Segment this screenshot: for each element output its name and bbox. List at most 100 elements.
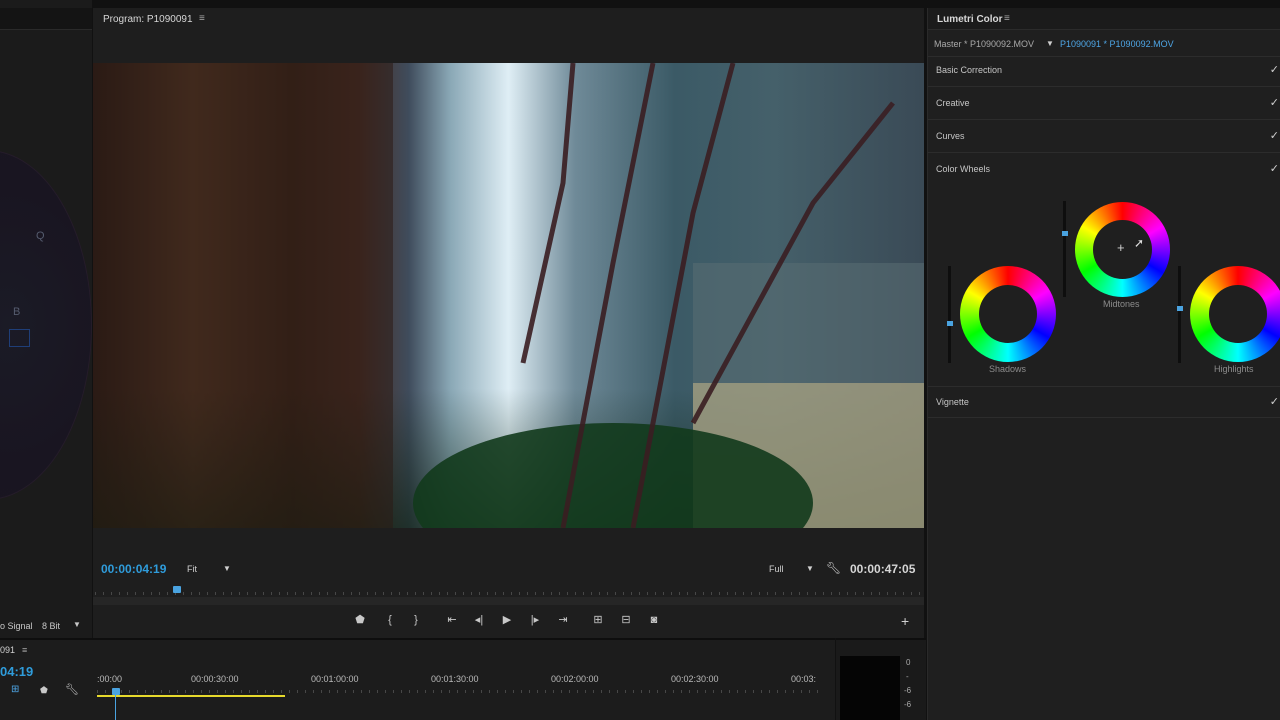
slider-knob[interactable] xyxy=(1062,231,1068,236)
program-monitor-title[interactable]: Program: P1090091 xyxy=(103,14,193,25)
section-label: Basic Correction xyxy=(936,65,1003,75)
go-to-in-icon[interactable]: ⇤ xyxy=(443,613,461,627)
zoom-level-select[interactable]: Fit xyxy=(187,564,197,574)
shadows-label: Shadows xyxy=(989,364,1027,374)
play-icon[interactable]: ▶ xyxy=(498,613,516,627)
shadows-luma-slider[interactable] xyxy=(947,266,953,363)
master-clip-label[interactable]: Master * P1090092.MOV xyxy=(934,39,1034,49)
ruler-label: :00:00 xyxy=(97,674,123,684)
add-marker-icon[interactable]: ⬟ xyxy=(40,685,48,696)
mark-in-button[interactable]: { xyxy=(381,613,399,627)
panel-menu-icon[interactable]: ≡ xyxy=(1004,13,1010,24)
ruler-label: 00:03: xyxy=(791,674,817,684)
chevron-down-icon[interactable]: ▼ xyxy=(223,564,231,573)
enable-checkbox[interactable]: ✓ xyxy=(1270,162,1279,175)
section-basic-correction[interactable]: Basic Correction ✓ xyxy=(928,55,1280,87)
wheel-center xyxy=(1209,285,1267,343)
wrench-icon[interactable]: 🔧︎ xyxy=(826,561,841,575)
audio-meter xyxy=(840,656,900,720)
ruler-label: 00:01:30:00 xyxy=(431,674,479,684)
vectorscope-label-b: B xyxy=(13,306,21,318)
step-forward-icon[interactable]: |▸ xyxy=(526,613,544,627)
vectorscope-target-box xyxy=(9,329,30,347)
meter-scale-label: -6 xyxy=(904,700,912,709)
meter-scale-label: - xyxy=(906,672,909,681)
ruler-label: 00:01:00:00 xyxy=(311,674,359,684)
panel-menu-icon[interactable]: ≡ xyxy=(199,13,205,24)
midtones-luma-slider[interactable] xyxy=(1062,201,1068,297)
highlights-label: Highlights xyxy=(1214,364,1254,374)
playback-resolution-select[interactable]: Full xyxy=(769,564,784,574)
timeline-panel: 091 ≡ 04:19 ⊞ ⬟ 🔧︎ :00:00 00:00:30:00 00… xyxy=(0,638,835,720)
lumetri-scopes-panel: Q B o Signal 8 Bit ▼ xyxy=(0,0,92,638)
wheel-crosshair[interactable]: + xyxy=(1117,240,1125,255)
vectorscope-label-q: Q xyxy=(36,230,45,242)
section-vignette[interactable]: Vignette ✓ xyxy=(928,386,1280,418)
lumetri-color-panel: Lumetri Color ≡ Master * P1090092.MOV ▼ … xyxy=(927,8,1280,720)
program-video-frame[interactable] xyxy=(93,63,924,528)
timeline-ruler[interactable] xyxy=(97,690,822,693)
shadows-color-wheel[interactable] xyxy=(960,266,1056,362)
camera-icon[interactable]: ◙ xyxy=(645,613,663,627)
chevron-down-icon[interactable]: ▼ xyxy=(1046,39,1054,48)
transport-controls: ⬟ { } ⇤ ◂| ▶ |▸ ⇥ ⊞ ⊟ ◙ xyxy=(351,613,671,629)
extract-icon[interactable]: ⊟ xyxy=(617,613,635,627)
work-area-bar[interactable] xyxy=(97,695,285,697)
premiere-workspace: Q B o Signal 8 Bit ▼ Program: P1090091 ≡ xyxy=(0,0,1280,720)
zoom-scrollbar[interactable] xyxy=(93,597,924,605)
step-back-icon[interactable]: ◂| xyxy=(470,613,488,627)
current-timecode[interactable]: 00:00:04:19 xyxy=(101,562,166,576)
snap-icon[interactable]: ⊞ xyxy=(11,684,19,695)
sequence-tab-label[interactable]: 091 xyxy=(0,645,15,655)
enable-checkbox[interactable]: ✓ xyxy=(1270,63,1279,76)
highlights-luma-slider[interactable] xyxy=(1177,266,1183,363)
lumetri-header: Lumetri Color ≡ xyxy=(928,8,1280,30)
section-label: Vignette xyxy=(936,397,969,407)
playhead[interactable] xyxy=(173,586,181,593)
audio-meter-panel: 0 - -6 -6 xyxy=(836,638,926,720)
section-curves[interactable]: Curves ✓ xyxy=(928,121,1280,153)
ruler-label: 00:02:30:00 xyxy=(671,674,719,684)
slider-knob[interactable] xyxy=(947,321,953,326)
timeline-ruler-labels: :00:00 00:00:30:00 00:01:00:00 00:01:30:… xyxy=(97,674,827,686)
enable-checkbox[interactable]: ✓ xyxy=(1270,96,1279,109)
mark-out-button[interactable]: } xyxy=(407,613,425,627)
marker-icon[interactable]: ⬟ xyxy=(351,613,369,627)
section-label: Color Wheels xyxy=(936,164,991,174)
go-to-out-icon[interactable]: ⇥ xyxy=(554,613,572,627)
mouse-cursor-icon: ➚ xyxy=(1134,236,1145,250)
vectorscope-display xyxy=(0,150,92,500)
ruler-label: 00:00:30:00 xyxy=(191,674,239,684)
slider-knob[interactable] xyxy=(1177,306,1183,311)
ruler-label: 00:02:00:00 xyxy=(551,674,599,684)
video-scene xyxy=(93,63,924,528)
wheel-center xyxy=(979,285,1037,343)
bit-depth-select[interactable]: 8 Bit xyxy=(42,621,60,631)
chevron-down-icon[interactable]: ▼ xyxy=(806,564,814,573)
meter-scale-label: 0 xyxy=(906,658,911,667)
button-editor-add[interactable]: + xyxy=(901,613,909,629)
section-label: Curves xyxy=(936,131,965,141)
scopes-panel-header xyxy=(0,8,92,30)
playhead-line xyxy=(115,695,116,720)
timeline-playhead[interactable] xyxy=(112,688,120,695)
signal-label: o Signal xyxy=(0,621,33,631)
enable-checkbox[interactable]: ✓ xyxy=(1270,129,1279,142)
scopes-footer: o Signal 8 Bit ▼ xyxy=(0,617,92,637)
panel-menu-icon[interactable]: ≡ xyxy=(22,645,27,655)
midtones-label: Midtones xyxy=(1103,299,1140,309)
lumetri-panel-title[interactable]: Lumetri Color xyxy=(937,14,1003,25)
wrench-icon[interactable]: 🔧︎ xyxy=(65,683,79,696)
section-creative[interactable]: Creative ✓ xyxy=(928,88,1280,120)
lift-icon[interactable]: ⊞ xyxy=(589,613,607,627)
enable-checkbox[interactable]: ✓ xyxy=(1270,395,1279,408)
chevron-down-icon[interactable]: ▼ xyxy=(73,620,81,629)
section-color-wheels[interactable]: Color Wheels ✓ xyxy=(928,154,1280,186)
duration-timecode: 00:00:47:05 xyxy=(850,562,916,576)
section-label: Creative xyxy=(936,98,970,108)
program-monitor: Program: P1090091 ≡ 00:00:04:19 Fit ▼ Fu… xyxy=(93,8,924,638)
sequence-clip-select[interactable]: P1090091 * P1090092.MOV xyxy=(1060,39,1174,49)
time-ruler[interactable] xyxy=(95,592,920,595)
highlights-color-wheel[interactable] xyxy=(1190,266,1280,362)
timeline-timecode[interactable]: 04:19 xyxy=(0,664,33,679)
